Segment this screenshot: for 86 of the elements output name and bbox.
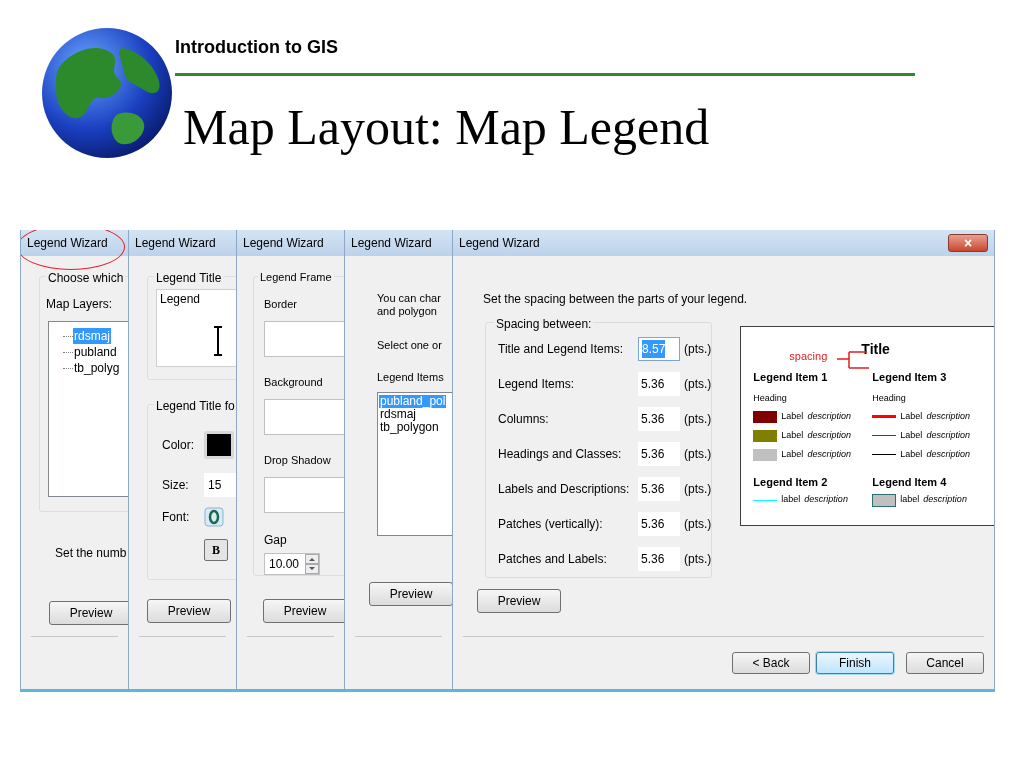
list-item[interactable]: rdsmaj <box>379 408 417 421</box>
field-label: Map Layers: <box>46 297 113 311</box>
preview-button[interactable]: Preview <box>49 601 128 625</box>
course-name: Introduction to GIS <box>175 36 339 59</box>
unit-label: (pts.) <box>684 481 712 498</box>
spacing-field[interactable]: 5.36 <box>638 407 680 431</box>
spinner-arrows-icon <box>305 554 319 574</box>
class-label: Label <box>900 428 923 442</box>
legend-subheading: Heading <box>872 391 907 405</box>
gap-spinner[interactable]: 10.00 <box>264 553 320 575</box>
window-title: Legend Wizard <box>135 235 216 252</box>
class-description: description <box>926 428 970 442</box>
unit-label: (pts.) <box>684 446 712 463</box>
spacing-field[interactable]: 5.36 <box>638 372 680 396</box>
class-label: Label <box>900 409 923 423</box>
field-label: Background <box>264 376 323 388</box>
instruction-text: and polygon <box>377 305 438 318</box>
class-description: description <box>807 447 851 461</box>
color-field[interactable] <box>264 477 344 513</box>
bold-button[interactable]: B <box>204 539 228 561</box>
spacing-field[interactable]: 5.36 <box>638 512 680 536</box>
class-label: label <box>781 493 801 507</box>
list-item[interactable]: tb_polygon <box>379 421 440 434</box>
instruction-text: Set the numb <box>55 546 127 560</box>
instruction-text: Set the spacing between the parts of your legend. <box>483 292 748 306</box>
spacing-field[interactable]: 5.36 <box>638 547 680 571</box>
legend-subheading: Heading <box>753 391 788 405</box>
preview-button[interactable]: Preview <box>147 599 231 623</box>
class-label: label <box>900 493 920 507</box>
size-field[interactable]: 15 <box>204 473 236 497</box>
dialog-button[interactable]: Cancel <box>906 652 984 674</box>
field-label: Drop Shadow <box>264 454 331 466</box>
unit-label: (pts.) <box>684 341 712 358</box>
field-label: Legend Items <box>377 371 444 383</box>
field-label: Patches and Labels: <box>498 551 608 568</box>
preview-button[interactable]: Preview <box>369 582 452 606</box>
class-description: description <box>926 409 970 423</box>
class-description: description <box>807 428 851 442</box>
spacing-field[interactable]: 5.36 <box>638 442 680 466</box>
preview-button[interactable]: Preview <box>477 589 561 613</box>
window-title: Legend Wizard <box>243 235 324 252</box>
text-cursor-icon <box>213 326 223 356</box>
class-description: description <box>804 493 848 507</box>
font-icon <box>204 507 224 527</box>
dialog-button[interactable]: < Back <box>732 652 810 674</box>
window-title: Legend Wizard <box>27 235 108 252</box>
class-description: description <box>926 447 970 461</box>
legend-item-heading: Legend Item 4 <box>872 475 948 490</box>
field-label: Legend Items: <box>498 376 576 393</box>
color-field[interactable] <box>264 399 344 435</box>
instruction-text: Select one or <box>377 339 442 351</box>
spacing-field[interactable]: 5.36 <box>638 477 680 501</box>
preview-button[interactable]: Preview <box>263 599 344 623</box>
field-label: Patches (vertically): <box>498 516 604 533</box>
spacing-label: spacing <box>789 349 828 364</box>
class-description: description <box>923 493 967 507</box>
field-label: Font: <box>162 509 190 526</box>
legend-item-heading: Legend Item 1 <box>753 370 829 385</box>
dialog-button[interactable]: Finish <box>816 652 894 674</box>
field-label: Size: <box>162 477 190 494</box>
class-label: Label <box>900 447 923 461</box>
field-label: Border <box>264 298 298 310</box>
legend-title: Title <box>861 340 890 359</box>
field-label: Gap <box>264 533 287 547</box>
field-label: Columns: <box>498 411 550 428</box>
unit-label: (pts.) <box>684 551 712 568</box>
field-label: Labels and Descriptions: <box>498 481 631 498</box>
tree-item[interactable]: tb_polyg <box>73 360 121 376</box>
unit-label: (pts.) <box>684 411 712 428</box>
field-label: Title and Legend Items: <box>498 341 624 358</box>
class-label: Label <box>781 447 804 461</box>
unit-label: (pts.) <box>684 516 712 533</box>
color-field[interactable] <box>264 321 344 357</box>
legend-item-heading: Legend Item 3 <box>872 370 948 385</box>
window-title: Legend Wizard <box>459 235 540 252</box>
field-label: Headings and Classes: <box>498 446 623 463</box>
title-field[interactable]: Legend <box>156 289 236 367</box>
legend-item-heading: Legend Item 2 <box>753 475 829 490</box>
instruction-text: You can char <box>377 292 442 305</box>
tree-item[interactable]: publand <box>73 344 118 360</box>
class-label: Label <box>781 428 804 442</box>
unit-label: (pts.) <box>684 376 712 393</box>
window-title: Legend Wizard <box>351 235 432 252</box>
class-description: description <box>807 409 851 423</box>
class-label: Label <box>781 409 804 423</box>
color-swatch[interactable] <box>204 431 234 459</box>
